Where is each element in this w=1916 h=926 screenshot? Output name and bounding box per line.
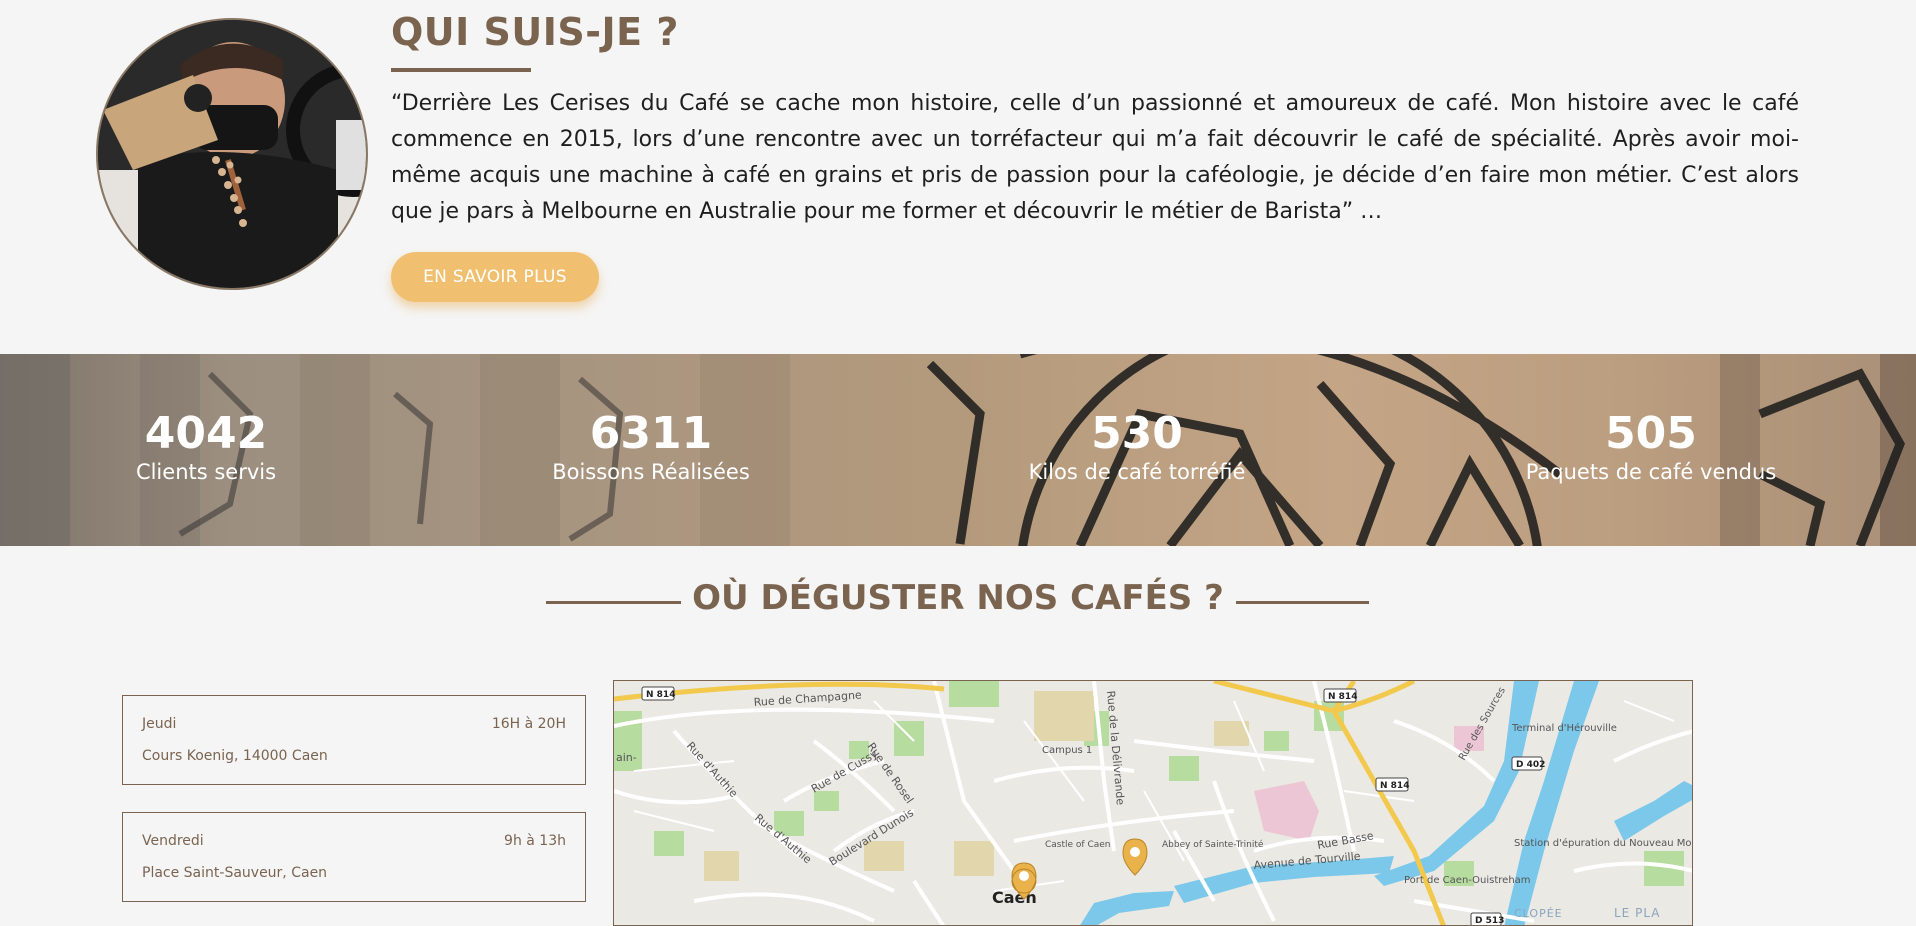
svg-text:N 814: N 814: [1380, 781, 1409, 791]
svg-text:D 513: D 513: [1475, 916, 1504, 926]
title-underline: [391, 68, 531, 72]
stat-value: 530: [1091, 408, 1183, 459]
location-hours: 16H à 20H: [491, 716, 566, 732]
barista-photo: [98, 20, 366, 288]
map-label: Castle of Caen: [1045, 840, 1111, 850]
location-day: Jeudi: [142, 716, 177, 732]
road-shield: N 814: [1375, 777, 1409, 792]
stat-label: Kilos de café torréfié: [1028, 460, 1246, 484]
map-label: Station d'épuration du Nouveau Monde: [1514, 837, 1693, 849]
stats-banner: 4042 Clients servis 6311 Boissons Réalis…: [0, 354, 1916, 546]
stat-label: Paquets de café vendus: [1525, 460, 1777, 484]
stat-value: 505: [1605, 408, 1697, 459]
stat-value: 6311: [589, 408, 713, 459]
location-address: Place Saint-Sauveur, Caen: [142, 865, 328, 881]
where-title: OÙ DÉGUSTER NOS CAFÉS ?: [692, 578, 1224, 618]
stat-label: Clients servis: [135, 460, 277, 484]
road-shield: N 814: [1323, 688, 1357, 703]
map-label: Abbey of Sainte-Trinité: [1162, 839, 1264, 850]
stat-kilos: 530 Kilos de café torréfié: [972, 412, 1302, 486]
map-label: LE PLA: [1614, 906, 1661, 920]
stat-packets: 505 Paquets de café vendus: [1486, 412, 1816, 486]
map-label: Terminal d'Hérouville: [1511, 722, 1617, 734]
about-section: QUI SUIS-JE ? “Derrière Les Cerises du C…: [0, 0, 1916, 354]
road-shield: D 513: [1470, 912, 1504, 926]
stat-label: Boissons Réalisées: [552, 460, 750, 484]
road-shield: N 814: [641, 686, 675, 701]
locations-map[interactable]: N 814 N 814 N 814 D 402 D 513 ain- Rue d…: [613, 680, 1693, 926]
svg-text:N 814: N 814: [1328, 692, 1357, 702]
barista-portrait: [96, 18, 368, 290]
about-text: “Derrière Les Cerises du Café se cache m…: [391, 91, 1799, 224]
map-canvas[interactable]: N 814 N 814 N 814 D 402 D 513 ain- Rue d…: [614, 681, 1693, 926]
map-label: Campus 1: [1042, 745, 1092, 756]
map-label: Port de Caen-Ouistreham: [1404, 875, 1531, 886]
svg-text:D 402: D 402: [1516, 760, 1545, 770]
map-label: CLOPÉE: [1514, 907, 1563, 920]
svg-text:N 814: N 814: [646, 690, 675, 700]
location-card: Vendredi 9h à 13h Place Saint-Sauveur, C…: [122, 812, 586, 902]
about-title: QUI SUIS-JE ?: [391, 10, 679, 54]
stat-clients: 4042 Clients servis: [41, 412, 371, 486]
title-divider-right: [1236, 601, 1369, 604]
road-shield: D 402: [1511, 756, 1545, 771]
location-address: Cours Koenig, 14000 Caen: [142, 748, 328, 764]
learn-more-button[interactable]: EN SAVOIR PLUS: [391, 252, 599, 302]
stat-value: 4042: [144, 408, 268, 459]
location-hours: 9h à 13h: [504, 833, 566, 849]
map-label: ain-: [616, 751, 637, 764]
location-card: Jeudi 16H à 20H Cours Koenig, 14000 Caen: [122, 695, 586, 785]
stat-drinks: 6311 Boissons Réalisées: [486, 412, 816, 486]
location-day: Vendredi: [142, 833, 204, 849]
